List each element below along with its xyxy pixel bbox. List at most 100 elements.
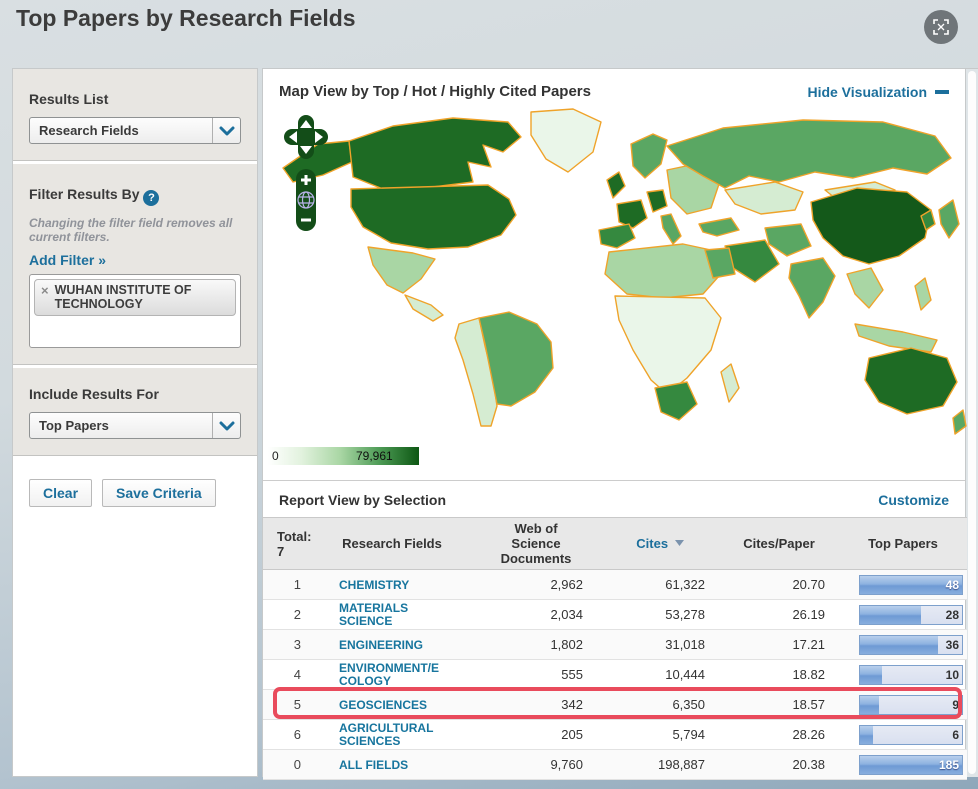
top-papers-bar: 6 [859,724,963,745]
field-link[interactable]: AGRICULTURAL SCIENCES [339,721,433,748]
cites-per-paper-cell: 26.19 [719,599,839,630]
map-region-central-america[interactable] [404,294,444,322]
help-icon[interactable]: ? [143,190,160,206]
docs-cell: 205 [471,719,601,750]
results-list-heading: Results List [29,91,109,107]
rank-cell: 6 [263,719,313,750]
map-region-italy[interactable] [660,213,682,245]
hide-visualization-link[interactable]: Hide Visualization [807,84,949,100]
bar-fill [860,695,880,714]
docs-cell: 2,962 [471,569,601,600]
map-region-north-africa[interactable] [604,243,720,299]
docs-cell: 1,802 [471,629,601,660]
field-link[interactable]: ENGINEERING [339,639,423,652]
bar-value: 36 [945,637,959,652]
map-zoom-control[interactable] [294,168,318,232]
column-research-fields[interactable]: Research Fields [313,517,471,570]
cites-cell: 61,322 [601,569,719,600]
table-wrap: Total: 7 Research Fields Web of Science D… [263,517,967,780]
filter-tag-label: WUHAN INSTITUTE OF TECHNOLOGY [54,283,192,311]
chevron-down-icon [212,118,240,143]
top-papers-bar: 48 [859,574,963,595]
map-region-southeast-asia[interactable] [846,267,884,309]
filter-note: Changing the filter field removes all cu… [29,216,233,244]
rank-cell: 3 [263,629,313,660]
field-cell: GEOSCIENCES [313,689,471,720]
map-region-scandinavia[interactable] [630,133,668,179]
map-region-germany[interactable] [646,189,668,213]
top-papers-cell: 185 [839,749,967,780]
map-region-uk[interactable] [606,171,626,199]
map-region-iberia[interactable] [598,223,636,249]
scrollbar-thumb[interactable] [968,71,976,774]
top-papers-bar: 185 [859,754,963,775]
map-region-kazakhstan[interactable] [724,181,804,215]
scrollbar-track[interactable] [966,68,978,777]
map-region-usa[interactable] [350,184,517,250]
expand-button[interactable] [924,10,958,44]
world-map[interactable] [263,106,967,442]
clear-button[interactable]: Clear [29,479,93,507]
include-results-heading: Include Results For [29,386,159,402]
save-criteria-button[interactable]: Save Criteria [102,479,216,507]
column-cites-per-paper[interactable]: Cites/Paper [719,517,839,570]
map-region-greenland[interactable] [530,108,602,173]
results-list-dropdown-value: Research Fields [39,123,139,138]
field-link[interactable]: CHEMISTRY [339,579,409,592]
field-link[interactable]: MATERIALS SCIENCE [339,601,408,628]
map-region-india[interactable] [788,257,836,319]
map-region-russia[interactable] [666,119,952,189]
remove-filter-icon[interactable]: × [41,283,49,298]
field-cell: MATERIALS SCIENCE [313,599,471,630]
map-region-france[interactable] [616,199,648,229]
add-filter-link[interactable]: Add Filter » [29,252,106,268]
map-region-philippines[interactable] [914,277,932,311]
column-top-papers[interactable]: Top Papers [839,517,967,570]
table-row: 2 MATERIALS SCIENCE 2,034 53,278 26.19 28 [263,599,967,630]
bar-fill [860,605,922,624]
field-cell: ENGINEERING [313,629,471,660]
cites-cell: 10,444 [601,659,719,690]
cites-per-paper-cell: 18.82 [719,659,839,690]
map-region-australia[interactable] [864,347,958,415]
cites-cell: 6,350 [601,689,719,720]
bar-fill [860,665,883,684]
top-papers-bar: 36 [859,634,963,655]
map-region-japan[interactable] [938,199,960,239]
map-region-turkey[interactable] [698,217,740,237]
map-region-madagascar[interactable] [720,363,740,403]
cites-per-paper-cell: 20.38 [719,749,839,780]
map-region-saudi-arabia[interactable] [724,239,780,283]
map-legend: 0 79,961 [268,444,965,470]
results-list-dropdown[interactable]: Research Fields [29,117,241,144]
minus-icon [935,89,949,94]
map-region-new-zealand[interactable] [952,409,967,435]
table-row: 1 CHEMISTRY 2,962 61,322 20.70 48 [263,569,967,600]
rank-cell: 2 [263,599,313,630]
page-title: Top Papers by Research Fields [16,5,356,31]
include-results-section: Include Results For Top Papers [13,368,257,456]
field-link[interactable]: GEOSCIENCES [339,699,427,712]
report-table: Total: 7 Research Fields Web of Science D… [263,517,967,780]
map-region-central-africa[interactable] [614,295,722,395]
map-region-canada[interactable] [348,117,522,190]
map-pan-control[interactable] [283,114,329,160]
docs-cell: 342 [471,689,601,720]
legend-max-value: 79,961 [356,449,393,463]
include-results-dropdown[interactable]: Top Papers [29,412,241,439]
map-region-south-africa[interactable] [654,381,698,421]
map-region-mexico[interactable] [367,246,436,294]
field-link[interactable]: ENVIRONMENT/E COLOGY [339,661,439,688]
customize-link[interactable]: Customize [878,492,949,508]
rank-cell: 0 [263,749,313,780]
choropleth-map[interactable] [263,106,967,442]
filter-tag[interactable]: × WUHAN INSTITUTE OF TECHNOLOGY [34,279,236,316]
table-header-row: Total: 7 Research Fields Web of Science D… [263,517,967,570]
field-link[interactable]: ALL FIELDS [339,759,408,772]
map-region-indonesia[interactable] [854,323,938,353]
expand-icon [933,19,949,35]
column-cites[interactable]: Cites [601,517,719,570]
column-wos-documents[interactable]: Web of Science Documents [471,517,601,570]
map-region-china[interactable] [810,187,932,265]
bar-fill [860,725,874,744]
